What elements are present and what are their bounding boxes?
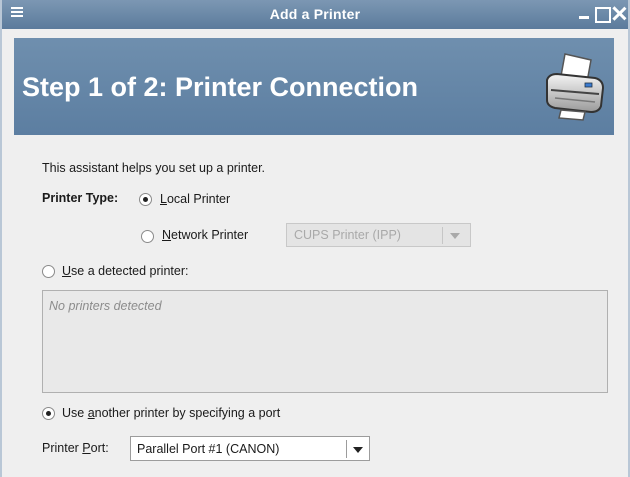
minimize-icon[interactable]: [576, 5, 592, 21]
dialog-content: This assistant helps you set up a printe…: [14, 135, 614, 477]
close-icon[interactable]: [611, 5, 627, 21]
network-printer-radio[interactable]: [141, 230, 154, 243]
network-protocol-value: CUPS Printer (IPP): [294, 228, 401, 242]
printer-port-select[interactable]: Parallel Port #1 (CANON): [130, 436, 370, 461]
use-detected-printer-label[interactable]: Use a detected printer:: [62, 264, 188, 278]
detected-printers-list[interactable]: No printers detected: [42, 290, 608, 393]
intro-text: This assistant helps you set up a printe…: [42, 161, 266, 175]
window-title: Add a Printer: [269, 6, 361, 22]
chevron-down-icon: [353, 447, 363, 453]
use-detected-printer-radio[interactable]: [42, 265, 55, 278]
printer-icon: [546, 53, 605, 121]
network-protocol-select[interactable]: CUPS Printer (IPP): [286, 223, 471, 247]
empty-list-message: No printers detected: [49, 299, 162, 313]
use-another-printer-label[interactable]: Use another printer by specifying a port: [62, 406, 280, 420]
step-heading: Step 1 of 2: Printer Connection: [22, 72, 419, 102]
add-printer-window: Add a Printer Step 1 of 2: Printer Conne…: [0, 0, 630, 477]
network-printer-label[interactable]: Network Printer: [162, 228, 248, 242]
printer-port-value: Parallel Port #1 (CANON): [137, 442, 280, 456]
chevron-down-icon: [450, 233, 460, 239]
printer-port-label: Printer Port:: [42, 441, 109, 455]
title-bar[interactable]: Add a Printer: [2, 0, 628, 29]
use-another-printer-radio[interactable]: [42, 407, 55, 420]
maximize-icon[interactable]: [593, 5, 611, 23]
printer-type-label: Printer Type:: [42, 191, 119, 205]
local-printer-radio[interactable]: [139, 193, 152, 206]
local-printer-label[interactable]: Local Printer: [160, 192, 230, 206]
step-header: Step 1 of 2: Printer Connection: [14, 38, 614, 135]
